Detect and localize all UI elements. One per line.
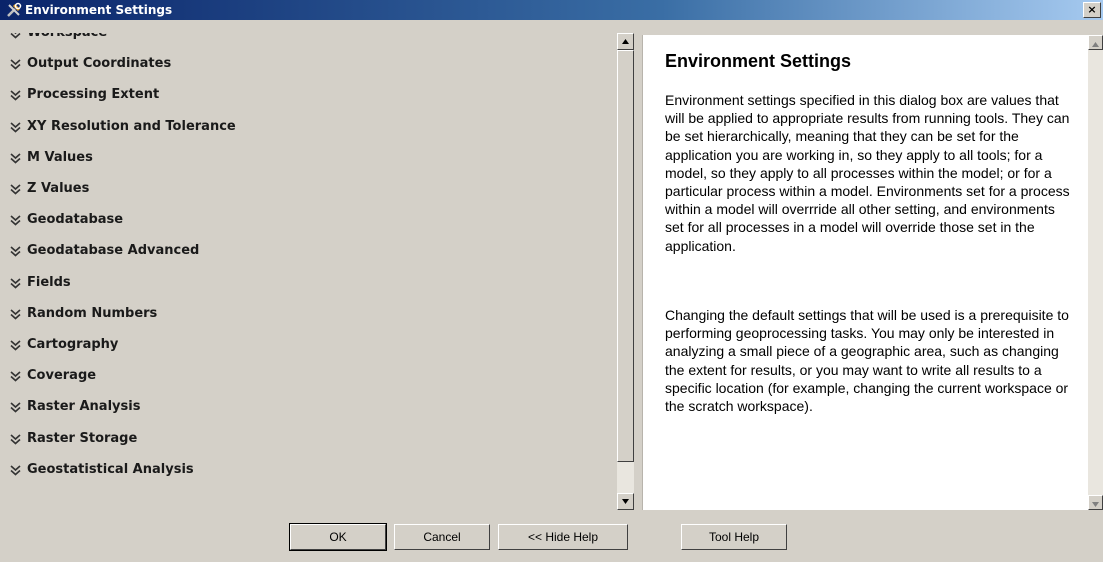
section-xy-resolution-and-tolerance[interactable]: XY Resolution and Tolerance bbox=[10, 118, 236, 136]
section-label: Output Coordinates bbox=[27, 56, 172, 72]
scroll-up-button[interactable] bbox=[617, 33, 634, 50]
section-label: Fields bbox=[27, 274, 71, 290]
section-geodatabase[interactable]: Geodatabase bbox=[10, 211, 123, 229]
section-label: Raster Analysis bbox=[27, 399, 141, 415]
arrow-down-icon bbox=[622, 499, 629, 504]
help-panel: Environment Settings Environment setting… bbox=[642, 35, 1089, 510]
cancel-button[interactable]: Cancel bbox=[394, 524, 490, 550]
section-raster-analysis[interactable]: Raster Analysis bbox=[10, 398, 140, 416]
chevron-down-icon bbox=[10, 33, 21, 39]
title-bar: Environment Settings × bbox=[0, 0, 1103, 20]
arrow-down-icon bbox=[1092, 502, 1099, 507]
help-scroll-down-button[interactable] bbox=[1088, 495, 1103, 510]
chevron-down-icon bbox=[10, 433, 21, 445]
section-workspace[interactable]: Workspace bbox=[10, 33, 107, 42]
help-paragraph: Environment settings specified in this d… bbox=[665, 92, 1070, 254]
help-scrollbar[interactable] bbox=[1088, 35, 1103, 510]
section-label: Cartography bbox=[27, 337, 119, 352]
environment-settings-dialog: Environment Settings × Workspace Output C… bbox=[0, 0, 1103, 562]
section-label: Geostatistical Analysis bbox=[27, 461, 194, 477]
section-label: Processing Extent bbox=[27, 87, 160, 103]
section-m-values[interactable]: M Values bbox=[10, 149, 93, 167]
section-label: Z Values bbox=[27, 181, 90, 196]
chevron-down-icon bbox=[10, 121, 21, 133]
section-fields[interactable]: Fields bbox=[10, 274, 71, 292]
chevron-down-icon bbox=[10, 340, 21, 351]
section-z-values[interactable]: Z Values bbox=[10, 180, 89, 198]
section-label: Random Numbers bbox=[27, 305, 158, 321]
scroll-down-button[interactable] bbox=[617, 493, 634, 510]
section-geodatabase-advanced[interactable]: Geodatabase Advanced bbox=[10, 242, 199, 260]
ok-button[interactable]: OK bbox=[289, 523, 387, 551]
section-label: Raster Storage bbox=[27, 430, 138, 446]
section-label: Coverage bbox=[27, 368, 97, 384]
chevron-down-icon bbox=[10, 402, 21, 413]
tool-help-button[interactable]: Tool Help bbox=[681, 524, 787, 550]
arrow-up-icon bbox=[622, 39, 629, 44]
section-label: Workspace bbox=[27, 33, 107, 40]
chevron-down-icon bbox=[10, 309, 21, 320]
section-cartography[interactable]: Cartography bbox=[10, 336, 118, 354]
section-geostatistical-analysis[interactable]: Geostatistical Analysis bbox=[10, 461, 194, 479]
chevron-down-icon bbox=[10, 153, 21, 164]
section-raster-storage[interactable]: Raster Storage bbox=[10, 430, 137, 448]
chevron-down-icon bbox=[10, 277, 21, 289]
arrow-up-icon bbox=[1092, 42, 1099, 47]
chevron-down-icon bbox=[10, 184, 21, 195]
chevron-down-icon bbox=[10, 371, 21, 382]
close-button[interactable]: × bbox=[1083, 2, 1101, 18]
hide-help-button[interactable]: << Hide Help bbox=[498, 524, 628, 550]
scroll-thumb[interactable] bbox=[617, 50, 634, 462]
section-label: Geodatabase Advanced bbox=[27, 243, 200, 259]
settings-scrollbar[interactable] bbox=[617, 33, 634, 510]
tools-icon bbox=[7, 2, 22, 17]
section-processing-extent[interactable]: Processing Extent bbox=[10, 86, 159, 104]
settings-list-pane: Workspace Output Coordinates Processing Ex… bbox=[7, 33, 617, 510]
chevron-down-icon bbox=[10, 59, 21, 70]
section-label: XY Resolution and Tolerance bbox=[27, 118, 236, 134]
section-random-numbers[interactable]: Random Numbers bbox=[10, 305, 157, 323]
section-output-coordinates[interactable]: Output Coordinates bbox=[10, 55, 171, 73]
section-coverage[interactable]: Coverage bbox=[10, 367, 96, 385]
section-label: M Values bbox=[27, 149, 93, 165]
section-label: Geodatabase bbox=[27, 212, 124, 228]
chevron-down-icon bbox=[10, 215, 21, 226]
help-scroll-up-button[interactable] bbox=[1088, 35, 1103, 50]
help-title: Environment Settings bbox=[665, 51, 852, 71]
chevron-down-icon bbox=[10, 246, 21, 257]
window-title: Environment Settings bbox=[25, 3, 173, 17]
chevron-down-icon bbox=[10, 90, 21, 101]
chevron-down-icon bbox=[10, 465, 21, 476]
help-paragraph: Changing the default settings that will … bbox=[665, 307, 1069, 415]
